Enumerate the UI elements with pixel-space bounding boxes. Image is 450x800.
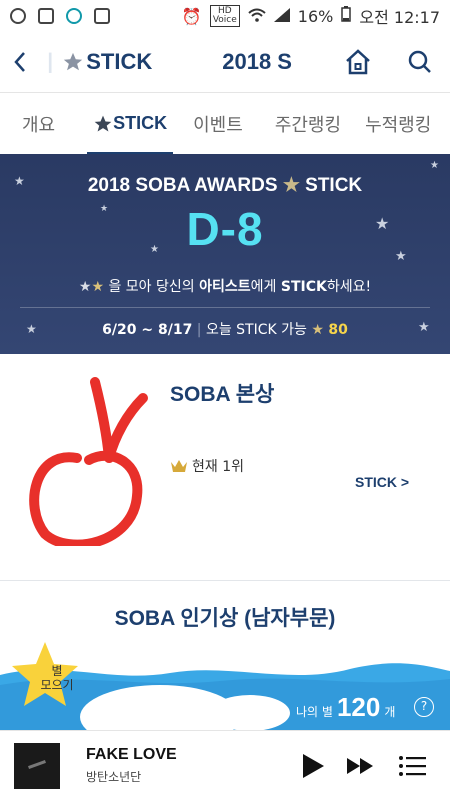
- tab-overview[interactable]: 개요: [22, 93, 55, 155]
- star-icon: ★: [91, 279, 105, 295]
- header-subtitle: 2018 S: [222, 49, 292, 74]
- my-stars-count: 나의 별 120 개: [296, 692, 396, 722]
- banner-message: ★★ 을 모아 당신의 아티스트에게 STICK하세요!: [78, 279, 372, 295]
- next-button[interactable]: [344, 749, 378, 783]
- tab-total-ranking[interactable]: 누적랭킹: [365, 93, 431, 155]
- current-rank: 현재 1위: [170, 456, 244, 476]
- playlist-icon: [399, 756, 426, 776]
- notification-icon: [10, 8, 26, 24]
- battery-percent: 16%: [297, 6, 334, 26]
- search-button[interactable]: [402, 44, 438, 80]
- award-card-main: SOBA 본상 현재 1위 STICK >: [0, 354, 450, 580]
- search-icon: [408, 50, 431, 73]
- award-title-popular: SOBA 인기상 (남자부문): [114, 607, 336, 630]
- star-icon: [94, 115, 112, 131]
- banner-divider: [20, 307, 430, 308]
- event-banner: ★ ★ ★ ★ ★ ★ ★ ★ 2018 SOBA AWARDS ★ STICK…: [0, 154, 450, 354]
- divider: [0, 580, 450, 581]
- help-icon[interactable]: ?: [414, 697, 434, 717]
- banner-period: 6/20 ~ 8/17 | 오늘 STICK 가능 ★ 80: [102, 322, 348, 338]
- song-title[interactable]: FAKE LOVE: [86, 746, 177, 764]
- home-button[interactable]: [340, 44, 376, 80]
- d-day-counter: D-8: [186, 203, 264, 255]
- song-artist: 방탄소년단: [86, 770, 142, 784]
- tab-stick[interactable]: STICK: [87, 93, 174, 155]
- clock: 오전 12:17: [359, 8, 440, 27]
- crown-icon: [171, 460, 187, 472]
- fast-forward-icon: [347, 758, 373, 774]
- play-notification-icon: [66, 8, 82, 24]
- app-header: ㅣ STICK 2018 S: [0, 32, 450, 92]
- banner-title: 2018 SOBA AWARDS ★ STICK: [87, 175, 363, 196]
- tab-bar: 개요 STICK 이벤트 주간랭킹 누적랭킹: [0, 92, 450, 155]
- gallery-icon: [38, 8, 54, 24]
- alarm-icon: ⏰: [181, 6, 202, 26]
- star-icon: ★: [78, 279, 92, 295]
- stick-link-button[interactable]: STICK >: [355, 474, 409, 490]
- album-art[interactable]: [14, 742, 60, 789]
- back-button[interactable]: [0, 32, 40, 92]
- home-icon: [346, 49, 370, 75]
- phone-icon: [94, 8, 110, 24]
- signal-icon: [273, 7, 290, 26]
- red-circle-doodle: [29, 377, 148, 546]
- star-icon: [64, 52, 83, 71]
- star-icon: ★: [311, 322, 324, 338]
- collect-stars-label[interactable]: 별 모으기: [37, 664, 77, 692]
- chevron-left-icon: [14, 52, 25, 72]
- music-player-bar: FAKE LOVE 방탄소년단: [0, 730, 450, 800]
- star-icon: ★: [282, 175, 300, 196]
- header-title: ㅣ STICK: [40, 49, 153, 76]
- play-button[interactable]: [296, 749, 330, 783]
- wifi-icon: [248, 7, 266, 26]
- tab-weekly-ranking[interactable]: 주간랭킹: [275, 93, 341, 155]
- hd-voice-icon: HD Voice: [209, 5, 240, 27]
- battery-icon: [341, 6, 352, 26]
- award-title: SOBA 본상: [170, 383, 275, 406]
- playlist-button[interactable]: [396, 749, 430, 783]
- decor-star-icon: ★: [430, 160, 439, 171]
- play-icon: [303, 754, 324, 778]
- status-bar: ⏰ HD Voice 16% 오전 12:17: [0, 0, 450, 32]
- tab-event[interactable]: 이벤트: [193, 93, 243, 155]
